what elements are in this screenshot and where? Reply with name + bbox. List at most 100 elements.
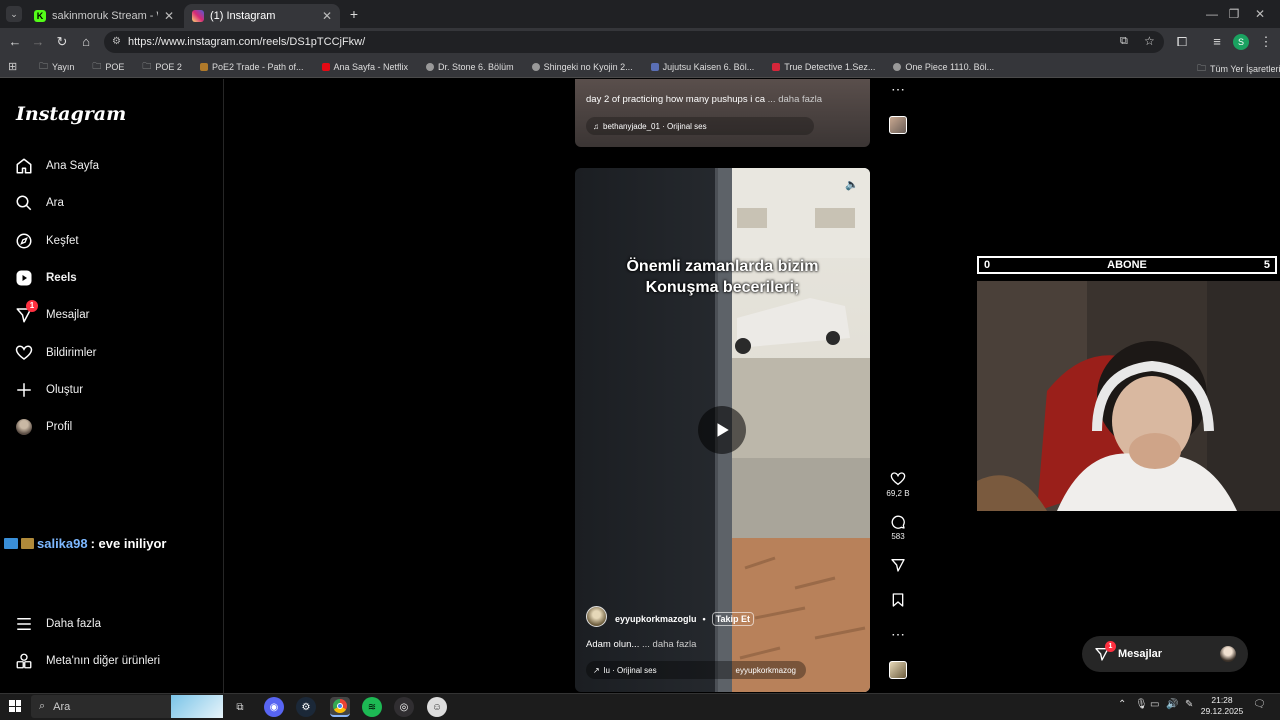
site-icon [772,62,781,71]
bookmark-poe[interactable]: 🗀 POE [83,59,133,75]
reel-username[interactable]: eyyupkorkmazoglu [615,614,697,624]
messages-floating-button[interactable]: 1 Mesajlar [1082,636,1248,672]
play-button[interactable] [698,406,746,454]
extensions-icon[interactable]: ⧠ [1173,33,1191,51]
more-options-icon[interactable]: ⋯ [878,626,918,643]
reel-caption: day 2 of practicing how many pushups i c… [586,94,823,105]
notifications-icon[interactable]: 🗨 [1253,699,1266,710]
nav-create[interactable]: Oluştur [14,376,214,404]
bookmark-star-icon[interactable]: ☆ [1144,34,1155,48]
more-options-icon[interactable]: ⋯ [878,81,918,98]
plus-icon [14,380,34,400]
address-bar[interactable]: ⚙ https://www.instagram.com/reels/DS1pTC… [104,31,1164,53]
reel-video[interactable]: 🔈 Önemli zamanlarda bizim Konuşma beceri… [575,168,870,692]
chrome-icon[interactable] [330,697,350,717]
forward-arrow-icon[interactable]: → [29,33,47,51]
url-text: https://www.instagram.com/reels/DS1pTCCj… [128,36,366,48]
all-bookmarks[interactable]: 🗀 Tüm Yer İşaretleri [1188,61,1280,77]
instagram-logo[interactable]: Instagram [16,103,126,125]
mute-icon[interactable]: 🔈 [845,178,859,191]
tab-kick-stream[interactable]: K sakinmoruk Stream - Watch Liv ✕ [26,4,182,28]
reload-icon[interactable]: ↻ [53,33,71,51]
share-button[interactable] [878,557,918,575]
audio-thumbnail[interactable] [889,116,907,134]
avatar [1220,646,1236,662]
app-icon[interactable]: ☺ [427,697,447,717]
like-button[interactable]: 69,2 B [878,471,918,498]
site-icon [426,62,435,71]
site-info-icon[interactable]: ⚙ [112,36,121,47]
tray-chevron-icon[interactable]: ⌃ [1118,699,1126,710]
reel-audio[interactable]: ↗ lu · Orijinal ses eyyupkorkmazog [586,661,806,679]
reel-author-avatar[interactable] [586,606,607,627]
bookmark-one-piece[interactable]: One Piece 1110. Böl... [884,62,1003,72]
save-button[interactable] [878,592,918,610]
folder-icon: 🗀 [39,60,49,71]
webcam-feed [977,281,1280,511]
nav-profile[interactable]: Profil [14,413,214,441]
bookmark-true-detective[interactable]: True Detective 1.Sez... [763,62,884,72]
bookmark-poe2-trade[interactable]: PoE2 Trade - Path of... [191,62,313,72]
profile-avatar[interactable]: S [1233,34,1249,50]
bookmark-netflix[interactable]: Ana Sayfa - Netflix [313,62,418,72]
site-icon [650,62,659,71]
tab-instagram[interactable]: (1) Instagram ✕ [184,4,340,28]
bookmark-poe2[interactable]: 🗀 POE 2 [133,59,191,75]
like-count: 69,2 B [886,489,910,498]
nav-notifications[interactable]: Bildirimler [14,339,214,367]
nav-meta-products[interactable]: Meta'nın diğer ürünleri [14,647,214,675]
nav-home[interactable]: Ana Sayfa [14,152,214,180]
install-app-icon[interactable]: ⧉ [1120,35,1128,48]
nav-more[interactable]: Daha fazla [14,610,214,638]
kick-favicon-icon: K [34,10,46,22]
media-control-icon[interactable]: ≡ [1208,33,1226,51]
tab-search-button[interactable]: ⌄ [6,6,22,22]
chat-badge-icon [21,538,34,549]
nav-search[interactable]: Ara [14,189,214,217]
follow-button[interactable]: Takip Et [711,612,755,626]
audio-thumbnail[interactable] [889,661,907,679]
comment-count: 583 [891,532,905,541]
volume-icon[interactable]: 🔊 [1166,699,1178,710]
close-window-button[interactable]: ✕ [1240,4,1280,24]
network-icon[interactable]: ▭ [1150,699,1159,710]
bookmark-icon [892,593,904,607]
windows-start-icon[interactable] [9,700,21,712]
clock-time: 21:28 [1211,695,1233,705]
bookmark-yayin[interactable]: 🗀 Yayın [30,59,83,75]
previous-reel[interactable]: day 2 of practicing how many pushups i c… [575,79,870,147]
notification-badge: 1 [26,300,38,312]
nav-messages[interactable]: 1 Mesajlar [14,300,214,329]
comment-button[interactable]: 583 [878,514,918,541]
bookmark-dr-stone[interactable]: Dr. Stone 6. Bölüm [417,62,523,72]
nav-reels[interactable]: Reels [14,264,214,292]
obs-icon[interactable]: ◎ [394,697,414,717]
bookmark-shingeki[interactable]: Shingeki no Kyojin 2... [523,62,642,72]
bookmark-jujutsu[interactable]: Jujutsu Kaisen 6. Böl... [642,62,764,72]
apps-grid-icon[interactable]: ⊞ [8,60,17,73]
task-view-icon[interactable]: ⧉ [230,697,250,717]
instagram-page: Instagram Ana Sayfa Ara Keşfet Reels 1 M… [0,79,1280,693]
chat-username: salika98 [37,536,88,551]
overlay-line-2: Konuşma becerileri; [645,279,800,296]
discord-icon[interactable]: ◉ [264,697,284,717]
steam-icon[interactable]: ⚙ [296,697,316,717]
chrome-menu-icon[interactable]: ⋮ [1257,33,1275,51]
reel-audio[interactable]: ♫ bethanyjade_01 · Orijinal ses [586,117,814,135]
reel-caption: Adam olun... ... daha fazla [586,639,697,650]
home-icon[interactable]: ⌂ [77,33,95,51]
comment-icon [891,515,905,529]
nav-explore[interactable]: Keşfet [14,227,214,255]
close-tab-icon[interactable]: ✕ [164,9,174,23]
back-arrow-icon[interactable]: ← [6,33,24,51]
pen-icon[interactable]: ✎ [1185,699,1193,710]
messages-label: Mesajlar [1118,648,1163,660]
taskbar-search[interactable]: ⌕ Ara [31,695,223,718]
microphone-icon[interactable]: 🎙 [1135,699,1148,710]
new-tab-button[interactable]: + [346,6,362,22]
heart-icon [890,472,906,486]
clock[interactable]: 21:28 29.12.2025 [1200,695,1244,717]
tab-strip: ⌄ K sakinmoruk Stream - Watch Liv ✕ (1) … [0,0,1280,28]
spotify-icon[interactable]: ≋ [362,697,382,717]
close-tab-icon[interactable]: ✕ [322,9,332,23]
